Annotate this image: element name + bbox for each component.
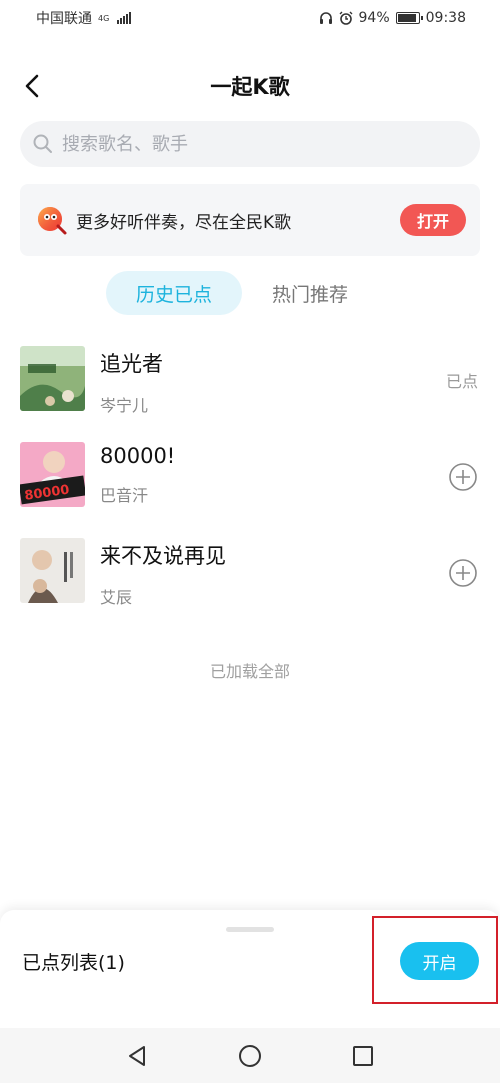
tab-bar: 历史已点 热门推荐 — [106, 271, 348, 315]
carrier-name: 中国联通 — [36, 11, 92, 27]
tab-popular[interactable]: 热门推荐 — [272, 271, 348, 315]
tab-history[interactable]: 历史已点 — [106, 271, 243, 315]
promo-text: 更多好听伴奏，尽在全民K歌 — [76, 212, 292, 233]
status-bar: 中国联通 4G 94% 09:38 — [0, 0, 500, 36]
search-icon — [33, 134, 52, 153]
promo-banner[interactable]: 更多好听伴奏，尽在全民K歌 打开 — [20, 184, 480, 256]
header: 一起K歌 — [0, 56, 500, 116]
back-button[interactable] — [12, 66, 52, 106]
kge-logo-icon — [38, 207, 67, 235]
network-type: 4G — [98, 13, 110, 23]
album-cover — [20, 538, 85, 603]
nav-back-button[interactable] — [117, 1036, 157, 1076]
song-title: 追光者 — [100, 352, 163, 376]
open-app-button[interactable]: 打开 — [400, 204, 466, 236]
battery-percent: 94% — [358, 10, 390, 26]
queue-label[interactable]: 已点列表(1) — [22, 948, 125, 975]
song-artist: 岑宁儿 — [100, 396, 149, 415]
song-info: 80000! 巴音汗 — [100, 440, 175, 506]
search-input[interactable] — [62, 133, 462, 155]
picked-label: 已点 — [445, 372, 478, 391]
system-nav-bar — [0, 1028, 500, 1083]
song-list: 追光者 岑宁儿 已点 80000 80000! 巴音汗 来不及说再见 艾辰 — [0, 344, 500, 632]
song-info: 来不及说再见 艾辰 — [100, 536, 226, 608]
song-info: 追光者 岑宁儿 — [100, 344, 163, 416]
list-item[interactable]: 来不及说再见 艾辰 — [0, 536, 500, 632]
song-status: 已点 — [446, 368, 478, 392]
album-cover — [20, 346, 85, 411]
nav-home-button[interactable] — [230, 1036, 270, 1076]
status-left: 中国联通 4G — [36, 8, 132, 28]
signal-icon — [117, 12, 132, 24]
add-circle-icon[interactable] — [448, 462, 478, 492]
add-circle-icon[interactable] — [448, 558, 478, 588]
battery-icon — [395, 12, 423, 24]
list-item[interactable]: 80000 80000! 巴音汗 — [0, 440, 500, 536]
list-end-label: 已加载全部 — [209, 662, 290, 681]
song-action — [448, 462, 478, 496]
triangle-back-icon — [128, 1045, 145, 1066]
square-recents-icon — [353, 1045, 374, 1066]
search-bar[interactable] — [20, 121, 480, 167]
song-artist: 艾辰 — [100, 588, 133, 607]
album-cover: 80000 — [20, 442, 85, 507]
list-item[interactable]: 追光者 岑宁儿 已点 — [0, 344, 500, 440]
alarm-icon — [339, 11, 353, 25]
highlight-annotation — [372, 916, 498, 1004]
page-title: 一起K歌 — [210, 75, 290, 99]
song-title: 来不及说再见 — [100, 544, 226, 568]
song-title: 80000! — [100, 444, 176, 468]
status-right: 94% 09:38 — [319, 10, 466, 26]
headphones-icon — [319, 12, 332, 24]
nav-recents-button[interactable] — [343, 1036, 383, 1076]
song-artist: 巴音汗 — [100, 486, 149, 505]
circle-home-icon — [238, 1044, 261, 1067]
chevron-left-icon — [25, 74, 39, 98]
sheet-handle[interactable] — [226, 927, 274, 932]
clock: 09:38 — [425, 10, 466, 26]
song-action — [448, 558, 478, 592]
